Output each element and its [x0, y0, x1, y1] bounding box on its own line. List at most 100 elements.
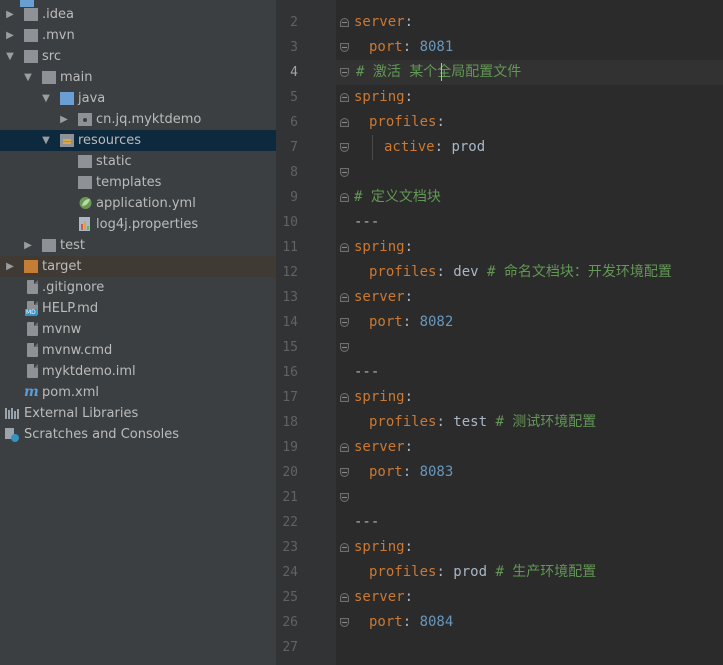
- code-line: server:: [354, 10, 413, 35]
- code-token-key: server: [354, 289, 405, 305]
- expand-arrow-icon[interactable]: ▶: [4, 256, 16, 277]
- collapse-arrow-icon[interactable]: ▼: [40, 88, 52, 109]
- fold-end-icon[interactable]: [340, 493, 349, 502]
- tree-item-iml[interactable]: myktdemo.iml: [0, 361, 276, 382]
- line-number: 12: [282, 265, 298, 280]
- fold-start-icon[interactable]: [340, 18, 349, 27]
- code-line: ---: [354, 210, 379, 235]
- code-token-key: spring: [354, 389, 405, 405]
- code-line: server:: [354, 585, 413, 610]
- expand-arrow-icon[interactable]: ▶: [58, 109, 70, 130]
- code-token-num: 8081: [419, 39, 454, 55]
- fold-start-icon[interactable]: [340, 593, 349, 602]
- resources-folder-icon: [60, 134, 74, 147]
- tree-item-src[interactable]: ▼ src: [0, 46, 276, 67]
- tree-item-templates[interactable]: templates: [0, 172, 276, 193]
- code-token-value: prod: [453, 564, 496, 580]
- line-number: 8: [290, 165, 298, 180]
- code-token-colon: :: [436, 564, 454, 580]
- folder-icon: [78, 155, 92, 168]
- code-token-key: port: [369, 39, 403, 55]
- code-token-colon: :: [436, 414, 454, 430]
- text-caret: [441, 63, 442, 81]
- fold-start-icon[interactable]: [340, 93, 349, 102]
- tree-item-scratches[interactable]: Scratches and Consoles: [0, 424, 276, 445]
- collapse-arrow-icon[interactable]: ▼: [4, 46, 16, 67]
- tree-item-package[interactable]: ▶ cn.jq.myktdemo: [0, 109, 276, 130]
- tree-item-label: mvnw.cmd: [42, 343, 113, 358]
- code-token-key: port: [369, 314, 403, 330]
- line-number: 21: [282, 490, 298, 505]
- code-token-key: profiles: [369, 264, 437, 280]
- expand-arrow-icon[interactable]: ▶: [4, 4, 16, 25]
- collapse-arrow-icon[interactable]: ▼: [22, 67, 34, 88]
- code-token-key: port: [369, 464, 403, 480]
- scratches-icon: [5, 428, 19, 442]
- fold-end-icon[interactable]: [340, 68, 349, 77]
- code-line: spring:: [354, 385, 413, 410]
- code-line: spring:: [354, 235, 413, 260]
- tree-item-label: pom.xml: [42, 385, 99, 400]
- code-token-colon: :: [404, 239, 414, 255]
- code-line: profiles:: [369, 110, 445, 135]
- code-line: server:: [354, 285, 413, 310]
- tree-item-label: templates: [96, 175, 162, 190]
- tree-item-resources[interactable]: ▼ resources: [0, 130, 276, 151]
- fold-start-icon[interactable]: [340, 393, 349, 402]
- code-line: profiles: prod # 生产环境配置: [369, 560, 596, 585]
- line-number: 7: [290, 140, 298, 155]
- fold-end-icon[interactable]: [340, 143, 349, 152]
- fold-end-icon[interactable]: [340, 343, 349, 352]
- line-number: 9: [290, 190, 298, 205]
- maven-icon: m: [24, 384, 39, 400]
- fold-end-icon[interactable]: [340, 43, 349, 52]
- tree-item-mvn[interactable]: ▶ .mvn: [0, 25, 276, 46]
- tree-item-label: resources: [78, 133, 142, 148]
- code-line: active: prod: [384, 135, 485, 160]
- tree-item-main[interactable]: ▼ main: [0, 67, 276, 88]
- tree-item-test[interactable]: ▶ test: [0, 235, 276, 256]
- fold-start-icon[interactable]: [340, 293, 349, 302]
- code-token-colon: :: [404, 589, 414, 605]
- tree-item-gitignore[interactable]: .gitignore: [0, 277, 276, 298]
- tree-item-application-yml[interactable]: application.yml: [0, 193, 276, 214]
- line-number: 25: [282, 590, 298, 605]
- expand-arrow-icon[interactable]: ▶: [22, 235, 34, 256]
- fold-end-icon[interactable]: [340, 618, 349, 627]
- fold-start-icon[interactable]: [340, 543, 349, 552]
- code-token-colon: :: [404, 89, 414, 105]
- fold-end-icon[interactable]: [340, 168, 349, 177]
- tree-item-mvnw-cmd[interactable]: mvnw.cmd: [0, 340, 276, 361]
- fold-start-icon[interactable]: [340, 443, 349, 452]
- line-number: 10: [282, 215, 298, 230]
- tree-item-java[interactable]: ▼ java: [0, 88, 276, 109]
- code-token-key: active: [384, 139, 435, 155]
- collapse-arrow-icon[interactable]: ▼: [40, 130, 52, 151]
- code-line: port: 8082: [369, 310, 453, 335]
- tree-item-pom-xml[interactable]: m pom.xml: [0, 382, 276, 403]
- tree-item-idea[interactable]: ▶ .idea: [0, 4, 276, 25]
- tree-item-external-libraries[interactable]: External Libraries: [0, 403, 276, 424]
- folder-icon: [24, 29, 38, 42]
- tree-item-label: External Libraries: [24, 406, 139, 421]
- expand-arrow-icon[interactable]: ▶: [4, 25, 16, 46]
- line-number: 6: [290, 115, 298, 130]
- fold-start-icon[interactable]: [340, 193, 349, 202]
- code-token-colon: :: [402, 314, 420, 330]
- line-number: 23: [282, 540, 298, 555]
- fold-start-icon[interactable]: [340, 243, 349, 252]
- line-number: 3: [290, 40, 298, 55]
- folder-icon: [24, 8, 38, 21]
- fold-end-icon[interactable]: [340, 468, 349, 477]
- tree-item-mvnw[interactable]: mvnw: [0, 319, 276, 340]
- spring-yaml-icon: [79, 197, 92, 209]
- fold-start-icon[interactable]: [340, 118, 349, 127]
- tree-item-target[interactable]: ▶ target: [0, 256, 276, 277]
- tree-item-help-md[interactable]: MD HELP.md: [0, 298, 276, 319]
- tree-item-static[interactable]: static: [0, 151, 276, 172]
- fold-end-icon[interactable]: [340, 318, 349, 327]
- tree-item-log4j-properties[interactable]: log4j.properties: [0, 214, 276, 235]
- code-line: ---: [354, 360, 379, 385]
- line-number: 27: [282, 640, 298, 655]
- line-number: 18: [282, 415, 298, 430]
